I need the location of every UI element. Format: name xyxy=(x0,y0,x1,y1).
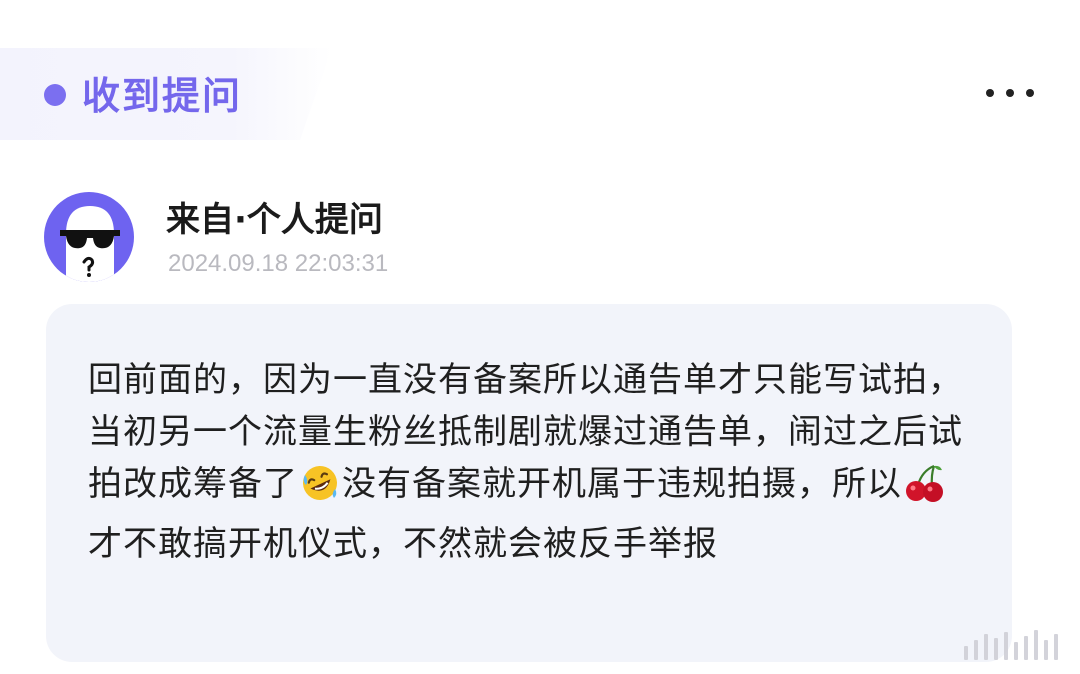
avatar[interactable] xyxy=(44,192,134,282)
cherry-emoji-icon xyxy=(904,463,946,518)
watermark-icon xyxy=(964,630,1058,660)
more-options-button[interactable] xyxy=(986,78,1034,108)
question-source-label: 来自·个人提问 xyxy=(166,200,383,240)
question-message-card: 回前面的，因为一直没有备案所以通告单才只能写试拍，当初另一个流量生粉丝抵制剧就爆… xyxy=(46,304,1012,662)
more-dot xyxy=(1026,89,1034,97)
page-title: 收到提问 xyxy=(82,74,243,118)
more-dot xyxy=(986,89,994,97)
more-dot xyxy=(1006,89,1014,97)
rofl-emoji-icon xyxy=(300,463,340,518)
question-body-part-3: 才不敢搞开机仪式，不然就会被反手举报 xyxy=(88,524,718,564)
question-body: 回前面的，因为一直没有备案所以通告单才只能写试拍，当初另一个流量生粉丝抵制剧就爆… xyxy=(88,354,968,570)
question-body-part-2: 没有备案就开机属于违规拍摄，所以 xyxy=(342,464,902,504)
sunglasses-ghost-avatar-icon xyxy=(60,206,120,282)
question-timestamp: 2024.09.18 22:03:31 xyxy=(168,250,389,277)
header-dot-icon xyxy=(44,84,66,106)
